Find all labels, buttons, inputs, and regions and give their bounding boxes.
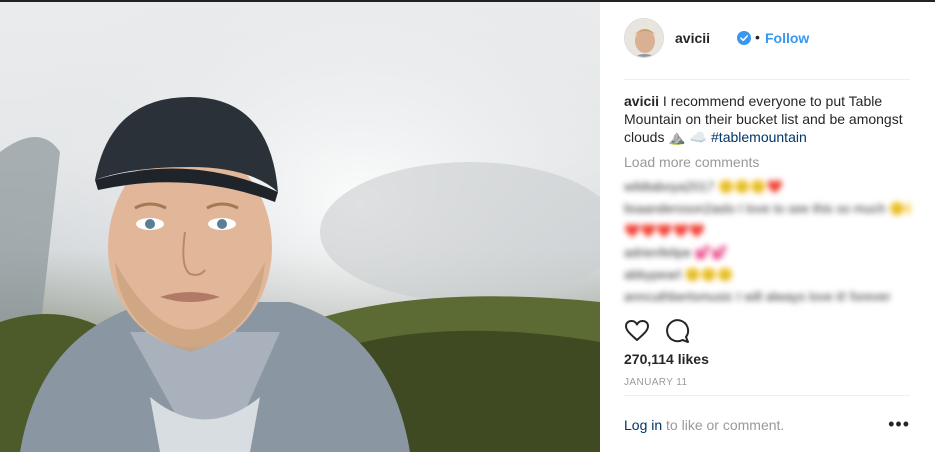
more-options-icon[interactable]: ••• [888, 414, 910, 435]
follow-button[interactable]: Follow [765, 30, 809, 46]
comment-item: anncuthbertsmusic I will always love it!… [624, 289, 891, 304]
verified-badge-icon [737, 31, 751, 45]
comment-list: wildtaboya2017 🙂🙂🙂❤️ lisaandersson2aslo … [624, 178, 910, 310]
comment-item: ❤️❤️❤️❤️❤️ [624, 223, 705, 238]
header-separator: • [755, 29, 760, 45]
post-date[interactable]: JANUARY 11 [624, 377, 687, 388]
login-suffix: to like or comment. [662, 417, 785, 433]
comment-item: abbypearl 🙂🙂🙂 [624, 267, 734, 282]
comment-item: lisaandersson2aslo I love to see this so… [624, 201, 910, 216]
login-prompt: Log in to like or comment. [624, 417, 784, 433]
caption-username[interactable]: avicii [624, 93, 659, 109]
selfie-illustration [0, 2, 600, 452]
post-photo[interactable] [0, 2, 600, 452]
caption-hashtag[interactable]: #tablemountain [711, 129, 807, 145]
login-link[interactable]: Log in [624, 417, 662, 433]
username-link[interactable]: avicii [675, 30, 710, 46]
instagram-post: avicii • Follow avicii I recommend every… [0, 0, 935, 452]
heart-icon[interactable] [624, 318, 650, 344]
post-sidebar: avicii • Follow avicii I recommend every… [600, 0, 935, 452]
post-header: avicii • Follow [624, 18, 910, 80]
comment-item: wildtaboya2017 🙂🙂🙂❤️ [624, 179, 783, 194]
post-caption: avicii I recommend everyone to put Table… [624, 92, 910, 146]
action-bar [624, 318, 910, 344]
avatar[interactable] [624, 18, 664, 58]
avatar-image [625, 19, 663, 57]
comment-item: adrienfelipe 💕💕 [624, 245, 728, 260]
login-bar: Log in to like or comment. ••• [624, 395, 910, 453]
likes-count[interactable]: 270,114 likes [624, 351, 709, 367]
load-more-comments-button[interactable]: Load more comments [624, 154, 759, 170]
comment-icon[interactable] [664, 318, 690, 344]
